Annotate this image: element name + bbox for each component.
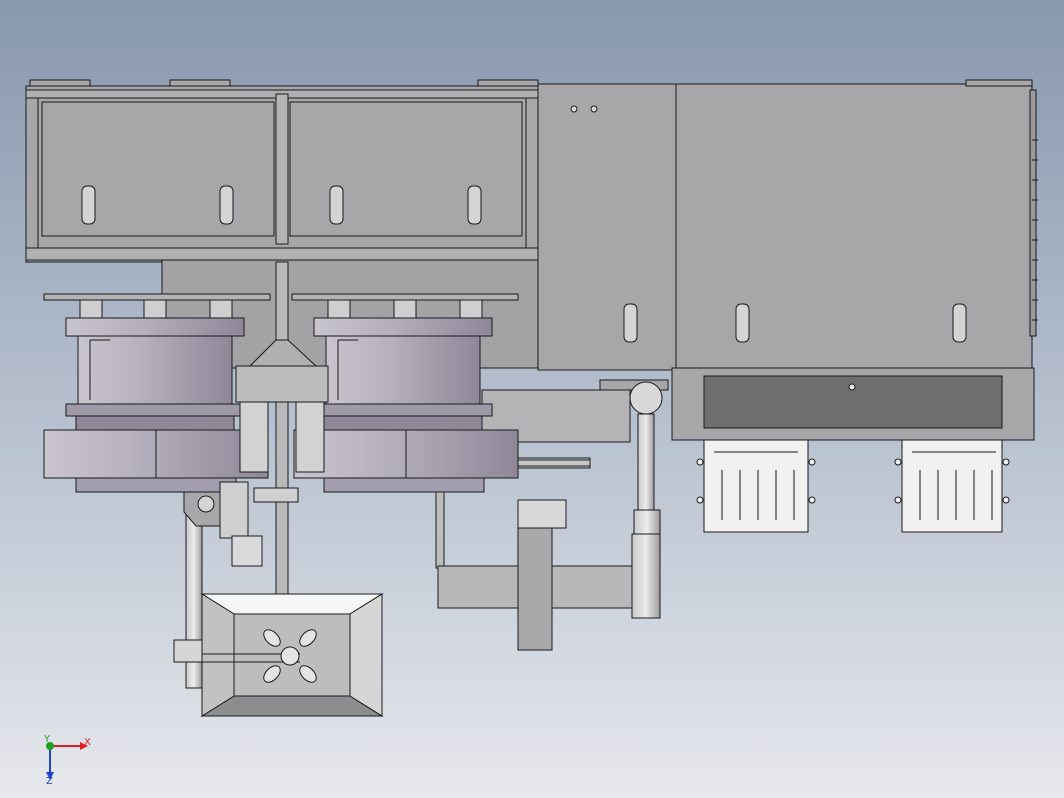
- door-handle-icon: [81, 185, 96, 225]
- cad-model-drawing: X Y Z: [25, 79, 1038, 787]
- z-axis-label: Z: [46, 776, 53, 787]
- bracket-right: [894, 439, 1010, 533]
- orientation-triad: X Y Z: [43, 734, 91, 787]
- hopper-box: [200, 593, 384, 717]
- panel-handle-icon: [952, 303, 967, 343]
- y-axis-label: Y: [43, 734, 51, 745]
- door-handle-icon: [467, 185, 482, 225]
- bracket-left: [696, 439, 816, 533]
- cad-viewport[interactable]: X Y Z: [0, 0, 1064, 798]
- drawer-knob-icon: [848, 383, 856, 391]
- cabinet-door-right: [289, 101, 523, 237]
- door-handle-icon: [219, 185, 234, 225]
- panel-handle-icon: [735, 303, 750, 343]
- vertical-cylinder: [629, 381, 663, 619]
- cabinet-door-left: [41, 101, 275, 237]
- upper-left-cabinet: [25, 79, 539, 263]
- door-handle-icon: [329, 185, 344, 225]
- x-axis-label: X: [84, 737, 91, 748]
- right-electrical-cabinet: [671, 79, 1038, 441]
- panel-handle-icon: [623, 303, 638, 343]
